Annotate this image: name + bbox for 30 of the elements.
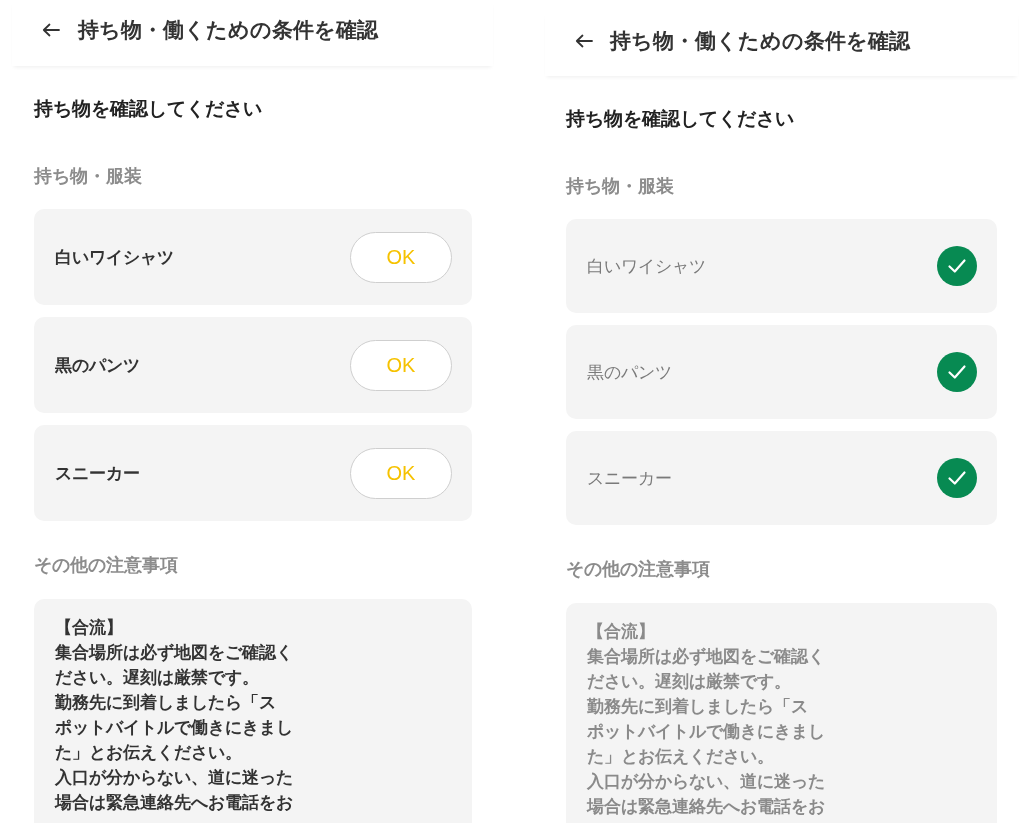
item-label: 黒のパンツ bbox=[55, 354, 140, 377]
back-arrow-icon[interactable] bbox=[575, 34, 593, 48]
back-arrow-icon[interactable] bbox=[42, 23, 60, 37]
group-label: その他の注意事項 bbox=[566, 557, 710, 581]
notes-paragraph: 入口が分からない、道に迷った場合は緊急連絡先へお電話をお bbox=[587, 770, 826, 818]
section-heading: 持ち物を確認してください bbox=[566, 106, 794, 130]
ok-button[interactable]: OK bbox=[350, 447, 452, 499]
notes-paragraph: 集合場所は必ず地図をご確認ください。遅刻は厳禁です。 bbox=[55, 641, 294, 689]
check-circle-icon[interactable] bbox=[937, 352, 977, 392]
item-label: 白いワイシャツ bbox=[587, 255, 706, 278]
item-label: スニーカー bbox=[587, 467, 672, 490]
item-label: スニーカー bbox=[55, 462, 140, 485]
notes-paragraph: 勤務先に到着しましたら「スポットバイトルで働きにきました」とお伝えください。 bbox=[587, 695, 826, 768]
check-circle-icon[interactable] bbox=[937, 458, 977, 498]
page-title: 持ち物・働くための条件を確認 bbox=[78, 17, 378, 44]
ok-button[interactable]: OK bbox=[350, 339, 452, 391]
item-label: 黒のパンツ bbox=[587, 361, 672, 384]
page-title: 持ち物・働くための条件を確認 bbox=[610, 28, 910, 55]
ok-button[interactable]: OK bbox=[350, 231, 452, 283]
notes-paragraph: 【合流】 bbox=[587, 620, 655, 643]
section-heading: 持ち物を確認してください bbox=[34, 96, 262, 120]
group-label: その他の注意事項 bbox=[34, 553, 178, 577]
notes-paragraph: 勤務先に到着しましたら「スポットバイトルで働きにきました」とお伝えください。 bbox=[55, 691, 294, 764]
check-circle-icon[interactable] bbox=[937, 246, 977, 286]
notes-paragraph: 集合場所は必ず地図をご確認ください。遅刻は厳禁です。 bbox=[587, 645, 826, 693]
notes-paragraph: 【合流】 bbox=[55, 616, 123, 639]
group-label: 持ち物・服装 bbox=[566, 174, 674, 198]
notes-paragraph: 入口が分からない、道に迷った場合は緊急連絡先へお電話をお bbox=[55, 766, 294, 814]
group-label: 持ち物・服装 bbox=[34, 164, 142, 188]
item-label: 白いワイシャツ bbox=[55, 246, 174, 269]
